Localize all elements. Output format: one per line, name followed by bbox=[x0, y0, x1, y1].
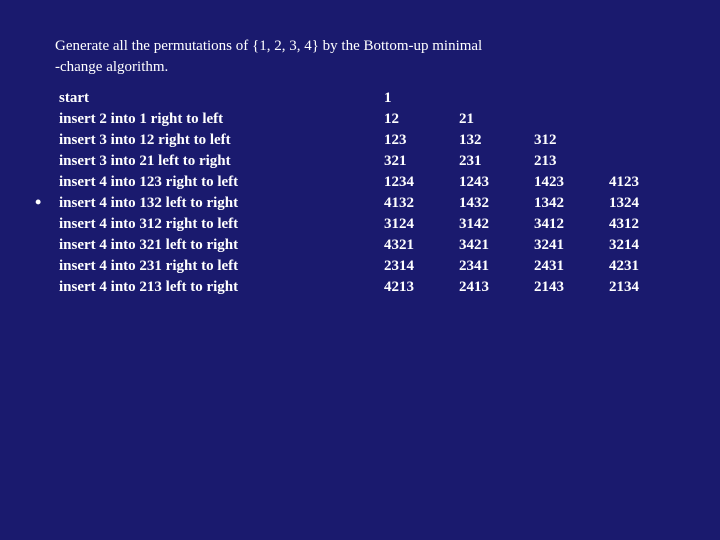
row-number: 123 bbox=[380, 130, 455, 151]
row-number: 2314 bbox=[380, 256, 455, 277]
row-number: 4231 bbox=[605, 256, 680, 277]
row-label: insert 2 into 1 right to left bbox=[55, 109, 380, 130]
table-row: insert 2 into 1 right to left1221 bbox=[55, 109, 680, 130]
page: Generate all the permutations of {1, 2, … bbox=[0, 0, 720, 540]
row-number: 12 bbox=[380, 109, 455, 130]
row-number: 1423 bbox=[530, 172, 605, 193]
table-row: insert 4 into 321 left to right432134213… bbox=[55, 235, 680, 256]
row-number: 4123 bbox=[605, 172, 680, 193]
table-row: insert 4 into 123 right to left123412431… bbox=[55, 172, 680, 193]
row-number: 4312 bbox=[605, 214, 680, 235]
row-number: 4213 bbox=[380, 277, 455, 298]
row-number: 2341 bbox=[455, 256, 530, 277]
row-label: •insert 4 into 132 left to right bbox=[55, 193, 380, 214]
row-number: 132 bbox=[455, 130, 530, 151]
row-label: start bbox=[55, 88, 380, 109]
row-label: insert 4 into 312 right to left bbox=[55, 214, 380, 235]
table-row: •insert 4 into 132 left to right41321432… bbox=[55, 193, 680, 214]
table-row: insert 3 into 12 right to left123132312 bbox=[55, 130, 680, 151]
permutations-table: start1insert 2 into 1 right to left1221i… bbox=[55, 88, 680, 298]
row-number: 2143 bbox=[530, 277, 605, 298]
row-number: 3214 bbox=[605, 235, 680, 256]
row-label: insert 4 into 213 left to right bbox=[55, 277, 380, 298]
row-number: 321 bbox=[380, 151, 455, 172]
table-row: insert 3 into 21 left to right321231213 bbox=[55, 151, 680, 172]
row-number: 312 bbox=[530, 130, 605, 151]
row-number: 4132 bbox=[380, 193, 455, 214]
row-number: 3241 bbox=[530, 235, 605, 256]
row-number: 1 bbox=[380, 88, 455, 109]
row-number: 3124 bbox=[380, 214, 455, 235]
row-number: 213 bbox=[530, 151, 605, 172]
row-number: 2413 bbox=[455, 277, 530, 298]
table-row: start1 bbox=[55, 88, 680, 109]
table-row: insert 4 into 231 right to left231423412… bbox=[55, 256, 680, 277]
row-number: 1432 bbox=[455, 193, 530, 214]
row-label: insert 4 into 123 right to left bbox=[55, 172, 380, 193]
row-number: 3412 bbox=[530, 214, 605, 235]
row-number: 21 bbox=[455, 109, 530, 130]
row-number: 4321 bbox=[380, 235, 455, 256]
row-number: 1243 bbox=[455, 172, 530, 193]
row-label: insert 4 into 231 right to left bbox=[55, 256, 380, 277]
row-number: 3142 bbox=[455, 214, 530, 235]
row-number: 1324 bbox=[605, 193, 680, 214]
row-number: 2134 bbox=[605, 277, 680, 298]
row-number: 231 bbox=[455, 151, 530, 172]
row-number: 1342 bbox=[530, 193, 605, 214]
row-number: 3421 bbox=[455, 235, 530, 256]
row-number: 1234 bbox=[380, 172, 455, 193]
row-number: 2431 bbox=[530, 256, 605, 277]
table-row: insert 4 into 213 left to right421324132… bbox=[55, 277, 680, 298]
row-label: insert 3 into 12 right to left bbox=[55, 130, 380, 151]
table-row: insert 4 into 312 right to left312431423… bbox=[55, 214, 680, 235]
problem-text: Generate all the permutations of {1, 2, … bbox=[55, 36, 680, 78]
row-label: insert 3 into 21 left to right bbox=[55, 151, 380, 172]
row-label: insert 4 into 321 left to right bbox=[55, 235, 380, 256]
